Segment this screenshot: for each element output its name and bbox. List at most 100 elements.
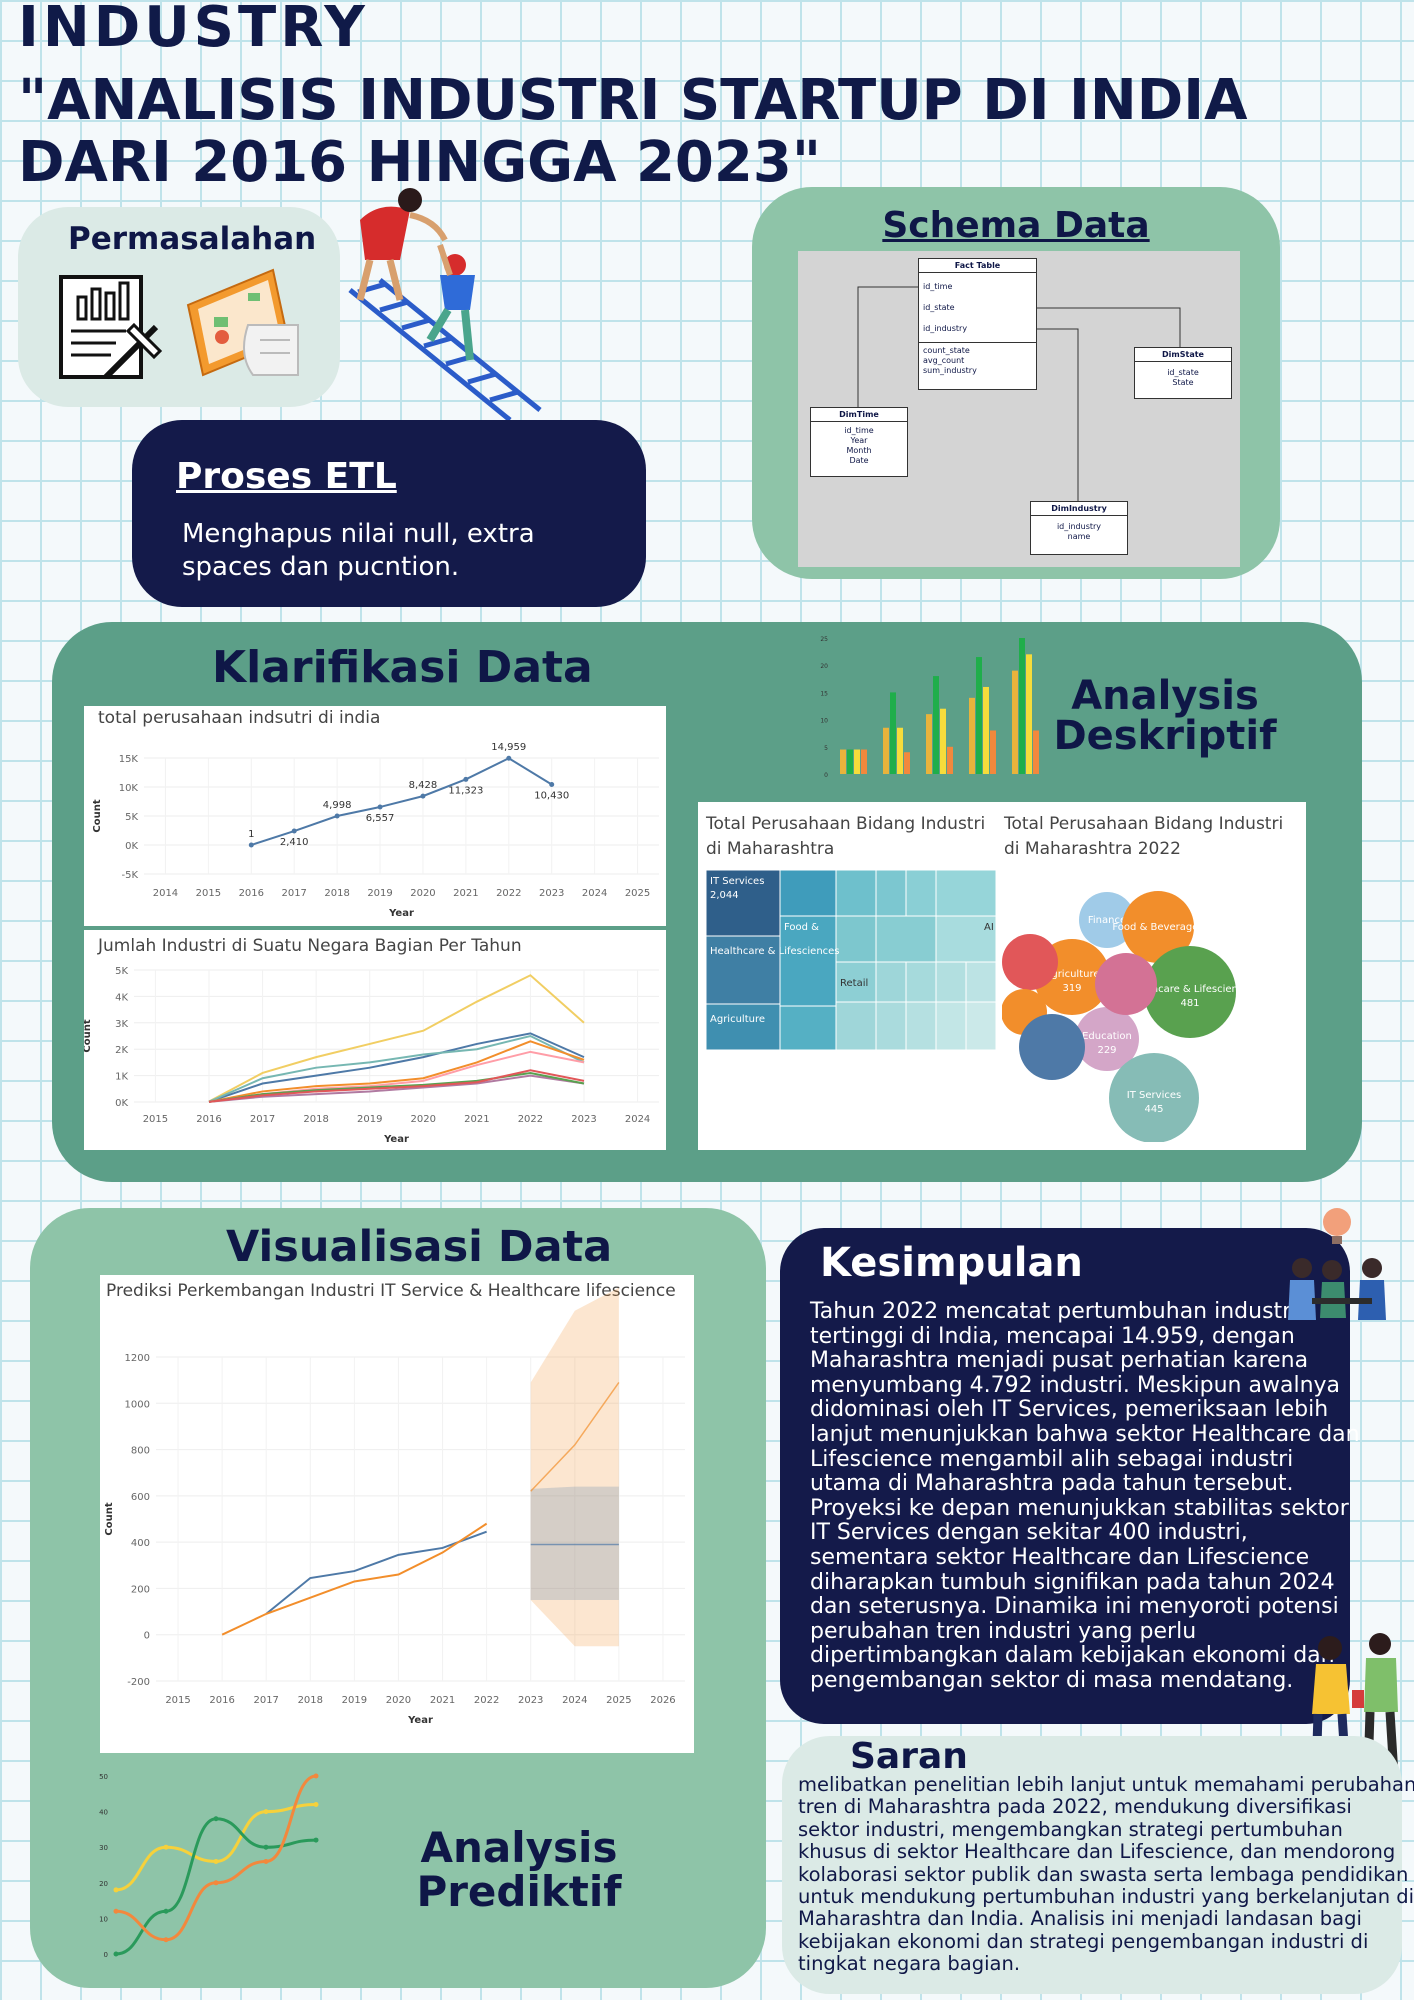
state-series-line <box>208 1074 585 1103</box>
icon-bar <box>897 727 903 774</box>
icon-line <box>115 1774 317 1942</box>
kesimpulan-title: Kesimpulan <box>820 1240 1083 1286</box>
chart-total-card: total perusahaan indsutri di india 15K 10… <box>84 706 666 926</box>
fact-field: id_time <box>923 282 953 291</box>
bubble <box>1002 934 1058 990</box>
icon-tick: 10 <box>99 1915 108 1923</box>
schema-title: Schema Data <box>882 205 1150 246</box>
icon-bar <box>1033 730 1039 774</box>
treemap-cell <box>779 870 837 917</box>
x-tick-label: 2020 <box>410 888 435 899</box>
icon-point <box>263 1858 269 1864</box>
data-point <box>506 755 512 761</box>
fact-field: id_industry <box>923 324 968 333</box>
bubble-title: Total Perusahaan Bidang Industri di Maha… <box>1004 814 1284 859</box>
deskriptif-title: Analysis Deskriptif <box>1040 676 1290 756</box>
treemap-cell <box>875 870 907 917</box>
predictive-line-icon: 50 40 30 20 10 0 <box>99 1773 319 1959</box>
treemap-cell <box>875 1001 907 1050</box>
saran-text: melibatkan penelitian lebih lanjut untuk… <box>798 1773 1414 1976</box>
icon-point <box>113 1951 119 1957</box>
icon-bar <box>933 676 939 774</box>
icon-bar <box>1026 654 1032 774</box>
treemap-cell <box>965 1001 996 1050</box>
report-tools-icon <box>59 275 163 380</box>
text-line: Proyeksi ke depan menunjukkan stabilitas… <box>810 1495 1349 1521</box>
icon-point <box>163 1844 169 1850</box>
visualisasi-title: Visualisasi Data <box>226 1222 613 1272</box>
title-line-2: "ANALISIS INDUSTRI STARTUP DI INDIA DARI… <box>18 68 1248 195</box>
x-tick-label: 2015 <box>143 1114 168 1125</box>
x-tick-label: 2021 <box>464 1114 489 1125</box>
kesimpulan-panel: Kesimpulan Tahun 2022 mencatat pertumbuh… <box>780 1228 1360 1724</box>
data-label: 2,410 <box>280 837 309 848</box>
icon-point <box>263 1809 269 1815</box>
x-tick-label: 2023 <box>518 1695 543 1706</box>
y-axis-label: Count <box>84 1019 93 1052</box>
x-axis-label: Year <box>407 1715 433 1726</box>
text-line: kolaborasi sektor publik dan swasta sert… <box>798 1862 1409 1886</box>
y-tick-label: 200 <box>131 1584 150 1595</box>
x-tick-label: 2020 <box>386 1695 411 1706</box>
x-tick-label: 2018 <box>303 1114 328 1125</box>
dim-time-table: DimTime id_time Year Month Date <box>810 407 908 477</box>
x-tick-label: 2017 <box>281 888 306 899</box>
prediksi-card: Prediksi Perkembangan Industri IT Servic… <box>100 1275 694 1753</box>
text-line: Lifescience mengambil alih sebagai indus… <box>810 1446 1294 1472</box>
icon-point <box>163 1937 169 1943</box>
fact-table-name: Fact Table <box>919 259 1036 273</box>
chart-states-card: Jumlah Industri di Suatu Negara Bagian P… <box>84 930 666 1150</box>
x-tick-label: 2025 <box>606 1695 631 1706</box>
bubble-chart: FinanceFood & BeveragesAgriculture319 Hea… <box>1002 891 1255 1142</box>
dim-time-field: Date <box>849 456 869 465</box>
kesimpulan-text: Tahun 2022 mencatat pertumbuhan industri… <box>810 1299 1360 1694</box>
meeting-people-illustration <box>1288 1208 1386 1320</box>
icon-point <box>213 1880 219 1886</box>
y-tick-label: -200 <box>127 1677 150 1688</box>
icon-bar <box>854 749 860 774</box>
dim-industry-table: DimIndustry id_industry name <box>1030 501 1128 555</box>
bubble <box>1019 1014 1085 1080</box>
icon-tick: 20 <box>820 663 828 670</box>
icon-bar <box>890 692 896 774</box>
x-tick-label: 2019 <box>342 1695 367 1706</box>
y-tick-label: 2K <box>115 1045 128 1056</box>
schema-diagram: Fact Table id_time id_state id_industry … <box>798 251 1240 567</box>
treemap-label: Retail <box>840 978 868 989</box>
x-tick-label: 2022 <box>474 1695 499 1706</box>
icon-tick: 15 <box>820 690 828 697</box>
etl-description: Menghapus nilai null, extra spaces dan p… <box>182 519 535 582</box>
teamwork-ladder-illustration <box>348 188 542 422</box>
treemap-label: Food & <box>784 922 819 933</box>
bubble-value: 445 <box>1144 1104 1163 1115</box>
text-line: tertinggi di India, mencapai 14.959, den… <box>810 1323 1295 1349</box>
x-tick-label: 2015 <box>165 1695 190 1706</box>
treemap-label: IT Services <box>710 876 764 887</box>
text-line: khusus di sektor Healthcare dan Lifescie… <box>798 1840 1396 1864</box>
treemap-label: Healthcare & Lifesciences <box>710 946 840 957</box>
data-label: 4,998 <box>323 800 352 811</box>
icon-point <box>113 1887 119 1893</box>
y-tick-label: 0K <box>115 1098 128 1109</box>
dim-industry-name: DimIndustry <box>1031 502 1127 516</box>
bubble-label: IT Services <box>1127 1090 1181 1101</box>
dim-time-field: Year <box>850 436 868 445</box>
icon-bar <box>847 749 853 774</box>
data-label: 10,430 <box>534 791 569 802</box>
data-label: 6,557 <box>366 813 395 824</box>
x-axis-label: Year <box>383 1134 409 1145</box>
x-axis-label: Year <box>388 908 414 919</box>
text-line: tingkat negara bagian. <box>798 1952 1021 1976</box>
treemap-cell <box>905 870 937 917</box>
prediktif-title: Analysis Prediktif <box>404 1826 634 1914</box>
dim-state-field: id_state <box>1167 368 1199 377</box>
y-tick-label: 800 <box>131 1446 150 1457</box>
fact-field: count_state <box>923 346 970 355</box>
chart-total-plot: 15K 10K 5K 0K -5K 2014 2015 2016 2017 2018 2019 202… <box>92 742 659 919</box>
y-tick-label: 0 <box>144 1631 150 1642</box>
deskriptif-title-line-1: Analysis <box>1071 673 1259 719</box>
treemap-cell <box>905 1001 937 1050</box>
icon-point <box>213 1858 219 1864</box>
x-tick-label: 2024 <box>562 1695 587 1706</box>
x-tick-label: 2015 <box>196 888 221 899</box>
